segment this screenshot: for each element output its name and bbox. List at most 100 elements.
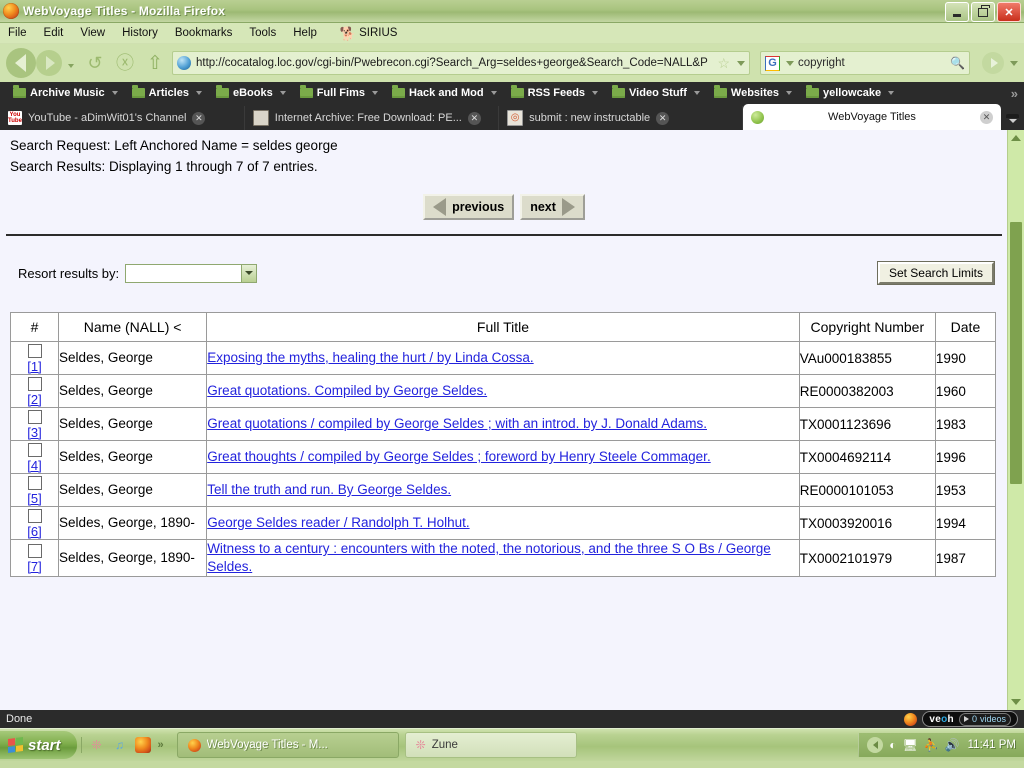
title-link[interactable]: George Seldes reader / Randolph T. Holhu… — [207, 515, 469, 530]
zune-icon[interactable]: ❊ — [89, 737, 105, 753]
minimize-button[interactable] — [945, 2, 969, 22]
home-icon: ⇧ — [147, 52, 163, 74]
arrow-up-icon — [1011, 135, 1021, 141]
col-copyright-number[interactable]: Copyright Number — [798, 312, 936, 342]
col-date[interactable]: Date — [934, 312, 997, 342]
chevron-down-icon — [195, 91, 202, 95]
tab-youtube[interactable]: You Tube YouTube - aDimWit01's Channel ✕ — [0, 106, 245, 130]
title-link[interactable]: Tell the truth and run. By George Seldes… — [207, 482, 451, 497]
row-number-link[interactable]: [5] — [11, 491, 58, 506]
quicklaunch-overflow-icon[interactable]: » — [158, 739, 164, 751]
title-link[interactable]: Great quotations / compiled by George Se… — [207, 416, 707, 431]
bookmark-video-stuff[interactable]: Video Stuff — [605, 85, 707, 99]
set-search-limits-button[interactable]: Set Search Limits — [876, 261, 996, 285]
search-input[interactable]: copyright — [798, 57, 946, 69]
tab-close-icon[interactable]: ✕ — [192, 111, 206, 125]
google-icon[interactable]: G — [765, 55, 780, 71]
bookmark-yellowcake[interactable]: yellowcake — [799, 85, 901, 99]
title-link[interactable]: Witness to a century : encounters with t… — [207, 541, 771, 574]
previous-button[interactable]: previous — [423, 194, 515, 220]
menu-view[interactable]: View — [80, 27, 105, 39]
home-button[interactable]: ⇧ — [142, 50, 168, 76]
bookmarks-overflow-icon[interactable]: » — [1011, 86, 1024, 101]
tab-webvoyage-titles[interactable]: WebVoyage Titles ✕ — [742, 104, 1002, 130]
bookmark-websites[interactable]: Websites — [707, 85, 799, 99]
cell-name: Seldes, George — [58, 473, 208, 507]
toolbar-overflow-icon[interactable] — [1010, 60, 1018, 66]
url-dropdown-icon[interactable] — [737, 60, 745, 66]
tab-internet-archive[interactable]: Internet Archive: Free Download: PE... ✕ — [245, 106, 500, 130]
volume-icon[interactable]: 🔊 — [945, 739, 960, 751]
tab-close-icon[interactable]: ✕ — [980, 110, 994, 124]
menu-edit[interactable]: Edit — [44, 27, 64, 39]
col-full-title[interactable]: Full Title — [206, 312, 800, 342]
go-button[interactable] — [982, 52, 1004, 74]
row-checkbox[interactable] — [27, 476, 42, 490]
maximize-button[interactable] — [971, 2, 995, 22]
forward-button[interactable] — [36, 50, 62, 76]
search-engine-dropdown-icon[interactable] — [786, 60, 794, 66]
resort-select[interactable] — [125, 263, 258, 283]
bookmark-full-fims[interactable]: Full Fims — [293, 85, 385, 99]
tab-list-button[interactable] — [1001, 106, 1024, 130]
col-name[interactable]: Name (NALL) < — [58, 312, 208, 342]
row-number-link[interactable]: [2] — [11, 392, 58, 407]
row-checkbox[interactable] — [27, 443, 42, 457]
sirius-menu-item[interactable]: 🐕 SIRIUS — [340, 27, 398, 40]
taskbar-item-zune[interactable]: ❊ Zune — [404, 732, 577, 758]
tab-close-icon[interactable]: ✕ — [467, 111, 481, 125]
row-checkbox[interactable] — [27, 344, 42, 358]
stop-button[interactable]: ⓧ — [112, 50, 138, 76]
sync-icon[interactable]: ◐ — [889, 739, 896, 751]
bookmark-star-icon[interactable]: ☆ — [717, 56, 730, 70]
scroll-down-button[interactable] — [1008, 694, 1024, 710]
row-checkbox[interactable] — [27, 410, 42, 424]
menu-tools[interactable]: Tools — [249, 27, 276, 39]
bookmark-ebooks[interactable]: eBooks — [209, 85, 293, 99]
veoh-toolbar-item[interactable]: veoh 0 videos — [922, 711, 1018, 727]
bookmark-rss-feeds[interactable]: RSS Feeds — [504, 85, 605, 99]
firefox-icon[interactable] — [134, 737, 151, 753]
vertical-scrollbar[interactable] — [1007, 130, 1024, 710]
menu-history[interactable]: History — [122, 27, 158, 39]
bookmark-archive-music[interactable]: Archive Music — [6, 85, 125, 99]
title-link[interactable]: Exposing the myths, healing the hurt / b… — [207, 350, 533, 365]
nav-history-dropdown-icon[interactable] — [68, 64, 74, 68]
next-button[interactable]: next — [520, 194, 585, 220]
title-link[interactable]: Great thoughts / compiled by George Seld… — [207, 449, 711, 464]
row-number-link[interactable]: [6] — [11, 524, 58, 539]
start-button[interactable]: start — [0, 731, 77, 759]
cell-name: Seldes, George — [58, 440, 208, 474]
show-hidden-icons-button[interactable] — [867, 737, 884, 753]
menu-help[interactable]: Help — [293, 27, 317, 39]
bookmark-hack-and-mod[interactable]: Hack and Mod — [385, 85, 504, 99]
title-link[interactable]: Great quotations. Compiled by George Sel… — [207, 383, 487, 398]
bookmark-articles[interactable]: Articles — [125, 85, 209, 99]
clock[interactable]: 11:41 PM — [968, 739, 1016, 751]
row-checkbox[interactable] — [27, 509, 42, 523]
menu-bookmarks[interactable]: Bookmarks — [175, 27, 233, 39]
row-checkbox[interactable] — [27, 377, 42, 391]
row-number-link[interactable]: [3] — [11, 425, 58, 440]
cell-copyright: TX0002101979 — [798, 539, 936, 577]
row-number-link[interactable]: [4] — [11, 458, 58, 473]
row-number-link[interactable]: [1] — [11, 359, 58, 374]
tab-close-icon[interactable]: ✕ — [656, 111, 670, 125]
search-icon[interactable]: 🔍 — [950, 56, 965, 70]
scrollbar-thumb[interactable] — [1010, 222, 1022, 484]
url-bar[interactable]: http://cocatalog.loc.gov/cgi-bin/Pwebrec… — [172, 51, 750, 75]
menu-file[interactable]: File — [8, 27, 27, 39]
taskbar-item-firefox[interactable]: WebVoyage Titles - M... — [176, 732, 399, 758]
itunes-icon[interactable]: ♫ — [112, 737, 128, 753]
scroll-up-button[interactable] — [1008, 130, 1024, 146]
veoh-video-count[interactable]: 0 videos — [958, 712, 1011, 726]
network-icon[interactable]: 🖥 — [902, 739, 917, 751]
accessibility-icon[interactable]: ⛹ — [924, 739, 939, 751]
back-button[interactable] — [6, 48, 36, 78]
row-number-link[interactable]: [7] — [11, 559, 58, 574]
row-checkbox[interactable] — [27, 544, 42, 558]
close-button[interactable]: ✕ — [997, 2, 1021, 22]
search-bar[interactable]: G copyright 🔍 — [760, 51, 970, 75]
reload-button[interactable]: ↺ — [82, 50, 108, 76]
tab-instructables[interactable]: ◎ submit : new instructable ✕ — [499, 106, 743, 130]
